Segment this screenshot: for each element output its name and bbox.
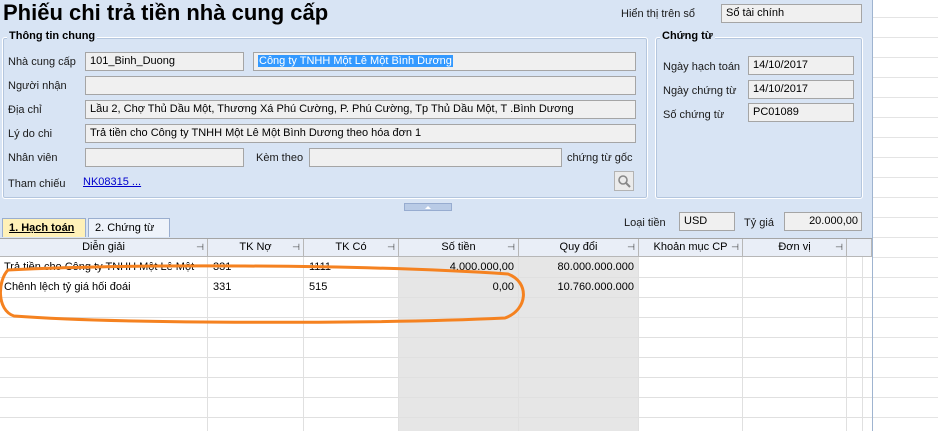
attach-field[interactable] (309, 148, 562, 167)
collapse-splitter[interactable] (404, 203, 452, 211)
employee-label: Nhân viên (8, 152, 58, 164)
exchange-rate-field[interactable]: 20.000,00 (784, 212, 862, 231)
reference-search-button[interactable] (614, 171, 634, 191)
tab-accounting-label: 1. Hạch toán (9, 222, 75, 234)
address-label: Địa chỉ (8, 104, 42, 116)
voucher-group-title: Chứng từ (660, 30, 715, 42)
col-header-description[interactable]: Diễn giải ⊣ (0, 239, 208, 257)
posting-date-field[interactable]: 14/10/2017 (748, 56, 854, 75)
reference-label: Tham chiếu (8, 178, 66, 190)
reference-link[interactable]: NK08315 ... (83, 176, 141, 188)
currency-label: Loại tiền (624, 217, 666, 229)
annotation-ellipse (0, 264, 525, 324)
voucher-date-field[interactable]: 14/10/2017 (748, 80, 854, 99)
pin-icon[interactable]: ⊣ (196, 239, 204, 256)
page-title: Phiếu chi trả tiền nhà cung cấp (3, 0, 329, 25)
reason-field[interactable]: Trả tiền cho Công ty TNHH Một Lê Một Bìn… (85, 124, 636, 143)
pin-icon[interactable]: ⊣ (387, 239, 395, 256)
exchange-rate-label: Tỷ giá (744, 217, 774, 229)
receiver-label: Người nhận (8, 80, 67, 92)
magnifier-icon (618, 175, 631, 188)
supplier-name-text: Công ty TNHH Một Lê Một Bình Dương (258, 55, 453, 67)
attach-label: Kèm theo (256, 152, 304, 164)
original-docs-label: chứng từ gốc (567, 152, 633, 164)
tab-vouchers-label: 2. Chứng từ (95, 222, 155, 234)
col-header-credit[interactable]: TK Có ⊣ (304, 239, 399, 257)
voucher-no-field[interactable]: PC01089 (748, 103, 854, 122)
col-header-amount[interactable]: Số tiền ⊣ (399, 239, 519, 257)
pin-icon[interactable]: ⊣ (731, 239, 739, 256)
pin-icon[interactable]: ⊣ (507, 239, 515, 256)
background-strip (873, 0, 938, 431)
table-row-2-converted[interactable]: 10.760.000.000 (520, 278, 634, 296)
employee-field[interactable] (85, 148, 244, 167)
col-header-debit[interactable]: TK Nợ ⊣ (208, 239, 304, 257)
col-header-expense-item[interactable]: Khoản mục CP ⊣ (639, 239, 743, 257)
posting-date-label: Ngày hạch toán (663, 61, 741, 73)
table-row-1-converted[interactable]: 80.000.000.000 (520, 258, 634, 276)
display-in-book-label: Hiển thị trên sổ (621, 8, 695, 20)
supplier-code-field[interactable]: 101_Binh_Duong (85, 52, 244, 71)
reason-label: Lý do chi (8, 128, 53, 140)
supplier-name-field[interactable]: Công ty TNHH Một Lê Một Bình Dương (253, 52, 636, 71)
address-field[interactable]: Lầu 2, Chợ Thủ Dầu Một, Thương Xá Phú Cư… (85, 100, 636, 119)
voucher-date-label: Ngày chứng từ (663, 85, 737, 97)
pin-icon[interactable]: ⊣ (627, 239, 635, 256)
col-header-converted[interactable]: Quy đổi ⊣ (519, 239, 639, 257)
display-in-book-select[interactable]: Sổ tài chính (721, 4, 862, 23)
tab-vouchers[interactable]: 2. Chứng từ (88, 218, 170, 237)
receiver-field[interactable] (85, 76, 636, 95)
chevron-up-icon (425, 206, 431, 209)
col-header-extra (847, 239, 872, 257)
currency-select[interactable]: USD (679, 212, 735, 231)
voucher-no-label: Số chứng từ (663, 109, 725, 121)
general-info-title: Thông tin chung (7, 30, 98, 42)
col-header-unit[interactable]: Đơn vị ⊣ (743, 239, 847, 257)
pin-icon[interactable]: ⊣ (835, 239, 843, 256)
tab-accounting[interactable]: 1. Hạch toán (2, 218, 86, 237)
supplier-label: Nhà cung cấp (8, 56, 76, 68)
pin-icon[interactable]: ⊣ (292, 239, 300, 256)
